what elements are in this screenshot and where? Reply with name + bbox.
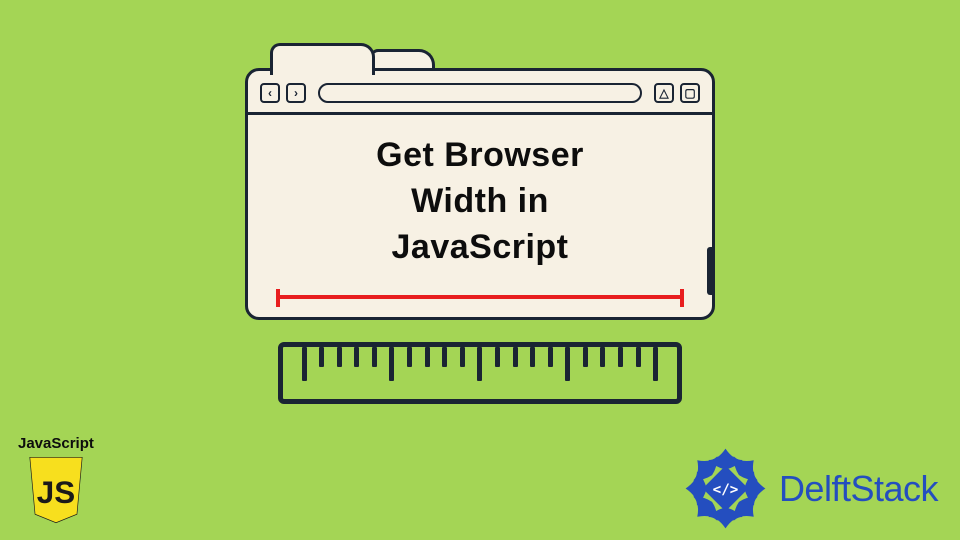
title-line-3: JavaScript [376,225,584,271]
scrollbar-stub [707,247,715,295]
ruler-tick [302,347,307,381]
delftstack-emblem-icon: </> [678,441,773,536]
javascript-shield-icon: JS [23,454,89,526]
title-line-1: Get Browser [376,133,584,179]
ruler-tick [530,347,535,367]
ruler-tick [337,347,342,367]
ruler-icon [278,342,682,404]
ruler-tick [636,347,641,367]
up-button-icon: △ [654,83,674,103]
ruler-tick [319,347,324,367]
ruler-tick [618,347,623,367]
ruler-tick [372,347,377,367]
browser-body: Get Browser Width in JavaScript [248,115,712,317]
svg-text:</>: </> [713,482,739,498]
delftstack-text: DelftStack [779,468,938,510]
browser-toolbar: ‹ › △ ▢ [248,71,712,115]
url-bar [318,83,642,103]
browser-tab-active [270,43,375,75]
ruler-tick [389,347,394,381]
javascript-label: JavaScript [18,435,94,452]
page-title: Get Browser Width in JavaScript [376,133,584,271]
ruler-tick [354,347,359,367]
ruler-tick [548,347,553,367]
ruler-tick [653,347,658,381]
title-line-2: Width in [376,179,584,225]
ruler-tick [495,347,500,367]
javascript-badge: JavaScript JS [18,435,94,526]
js-initials: JS [37,475,75,510]
ruler-tick [442,347,447,367]
ruler-tick [477,347,482,381]
browser-window-illustration: ‹ › △ ▢ Get Browser Width in JavaScript [245,40,715,320]
ruler-tick [460,347,465,367]
width-measurement-line [278,295,682,299]
ruler-tick [565,347,570,381]
delftstack-logo: </> DelftStack [678,441,938,536]
window-button-icon: ▢ [680,83,700,103]
back-button-icon: ‹ [260,83,280,103]
forward-button-icon: › [286,83,306,103]
browser-frame: ‹ › △ ▢ Get Browser Width in JavaScript [245,68,715,320]
ruler-tick [407,347,412,367]
ruler-tick [583,347,588,367]
ruler-tick [513,347,518,367]
ruler-tick [425,347,430,367]
ruler-tick [600,347,605,367]
